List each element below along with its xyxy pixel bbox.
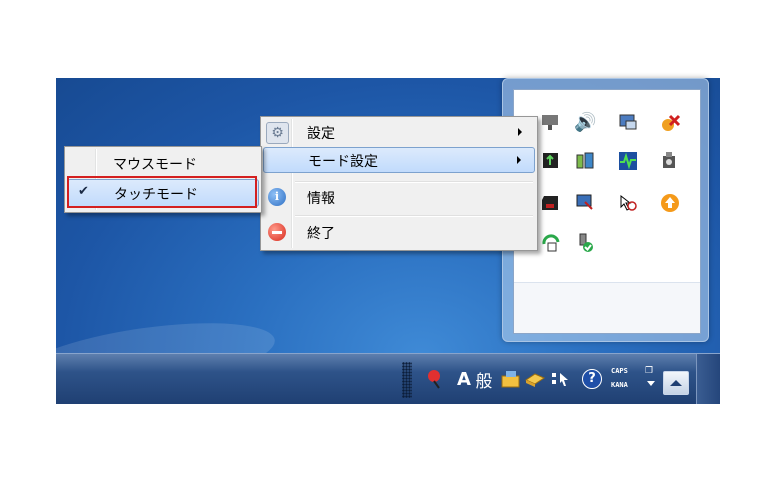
show-desktop-button[interactable] (696, 354, 720, 404)
sd-card-icon[interactable] (540, 192, 562, 214)
info-icon: i (268, 188, 286, 206)
menu-item-exit[interactable]: 終了 (263, 220, 535, 244)
menu-separator (295, 215, 533, 217)
ime-mode-indicator[interactable]: A (457, 367, 471, 391)
gear-icon: ⚙ (266, 122, 289, 144)
usb-device-icon[interactable] (540, 150, 562, 172)
touch-pointer-icon[interactable] (617, 192, 639, 214)
ime-pad-icon[interactable] (549, 367, 571, 391)
restore-icon[interactable]: ❐ (645, 366, 653, 376)
ime-dictionary-icon[interactable] (524, 367, 546, 391)
submenu-item-label: マウスモード (113, 157, 197, 173)
ime-tool-icon[interactable] (500, 367, 522, 391)
help-glyph: ? (582, 369, 602, 389)
security-alert-icon[interactable] (659, 112, 681, 134)
menu-item-label: 設定 (307, 126, 335, 142)
overflow-icons-area: 🔊 (513, 89, 701, 334)
pin-icon[interactable] (424, 367, 446, 391)
submenu-item-mouse-mode[interactable]: マウスモード (67, 150, 259, 176)
display-icon[interactable] (617, 112, 639, 134)
sync-icon[interactable] (540, 232, 562, 254)
bluetooth-device-icon[interactable] (659, 150, 681, 172)
stop-icon (268, 223, 286, 241)
submenu-arrow-icon (517, 156, 521, 164)
activity-monitor-icon[interactable] (617, 150, 639, 172)
context-menu: ⚙ 設定 モード設定 i 情報 終了 (260, 116, 538, 251)
help-icon[interactable]: ? (580, 367, 604, 391)
volume-icon[interactable]: 🔊 (574, 112, 596, 134)
menu-item-label: 情報 (307, 191, 335, 207)
battery-status-icon[interactable] (574, 150, 596, 172)
network-icon[interactable] (540, 112, 562, 134)
show-hidden-icons-button[interactable] (663, 371, 689, 395)
menu-item-settings[interactable]: ⚙ 設定 (263, 120, 535, 144)
kana-label: KANA (611, 381, 628, 389)
taskbar-grip[interactable] (402, 362, 412, 398)
safely-remove-hardware-icon[interactable] (574, 232, 596, 254)
menu-item-label: 終了 (307, 226, 335, 242)
menu-separator (295, 181, 533, 183)
menu-item-label: モード設定 (308, 154, 378, 170)
update-available-icon[interactable] (659, 192, 681, 214)
submenu-arrow-icon (518, 128, 522, 136)
overflow-customize-area (514, 282, 700, 333)
caps-kana-indicator[interactable]: CAPS KANA (611, 364, 628, 392)
menu-item-info[interactable]: i 情報 (263, 185, 535, 209)
menu-item-mode-settings[interactable]: モード設定 (263, 147, 535, 173)
dropdown-arrow-icon[interactable] (647, 381, 655, 386)
display-settings-icon[interactable] (574, 192, 596, 214)
highlight-callout-box (67, 176, 257, 208)
ime-kanji-indicator[interactable]: 般 (473, 367, 495, 392)
taskbar: A 般 ? CAPS KANA ❐ (56, 353, 720, 404)
caps-label: CAPS (611, 367, 628, 375)
